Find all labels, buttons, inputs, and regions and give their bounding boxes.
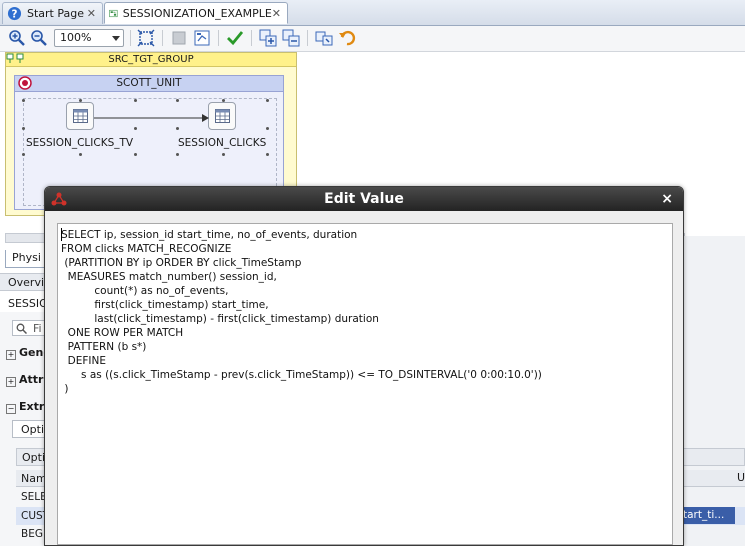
- selection-handle[interactable]: [79, 99, 82, 102]
- selection-handle[interactable]: [22, 127, 25, 130]
- diagram-toolbar: 100%: [0, 26, 745, 52]
- selection-handle[interactable]: [266, 99, 269, 102]
- toolbar-separator: [251, 30, 252, 46]
- sql-line: PATTERN (b s*): [61, 341, 147, 353]
- tab-options[interactable]: Opti: [12, 420, 48, 438]
- table-icon: [73, 109, 88, 123]
- undo-icon[interactable]: [338, 29, 356, 47]
- find-input[interactable]: Fi: [12, 320, 48, 336]
- selection-handle[interactable]: [134, 99, 137, 102]
- collapse-icon: −: [6, 404, 16, 414]
- deploy-icon[interactable]: [315, 29, 333, 47]
- section-label: Attri: [19, 373, 48, 386]
- search-icon: [16, 323, 27, 334]
- sql-text: SELECT ip, session_id start_time, no_of_…: [61, 228, 542, 396]
- toolbar-separator: [162, 30, 163, 46]
- section-attributes[interactable]: + Attri: [6, 373, 47, 387]
- sql-line: FROM clicks MATCH_RECOGNIZE: [61, 243, 232, 255]
- toolbar-separator: [130, 30, 131, 46]
- disabled-action-icon[interactable]: [170, 29, 188, 47]
- validate-check-icon[interactable]: [226, 29, 244, 47]
- dialog-title-bar[interactable]: Edit Value ×: [45, 187, 683, 211]
- sql-line: (PARTITION BY ip ORDER BY click_TimeStam…: [61, 257, 302, 269]
- zoom-in-icon[interactable]: [8, 29, 26, 47]
- selection-handle[interactable]: [176, 153, 179, 156]
- unit-title: SCOTT_UNIT: [15, 76, 283, 92]
- chevron-down-icon: [112, 36, 120, 41]
- expand-icon: +: [6, 377, 16, 387]
- target-node-label: SESSION_CLICKS: [178, 137, 267, 149]
- selection-handle[interactable]: [22, 99, 25, 102]
- sql-line: ): [61, 383, 69, 395]
- mapping-icon: [109, 9, 118, 17]
- selection-handle[interactable]: [79, 153, 82, 156]
- sql-line: ONE ROW PER MATCH: [61, 327, 184, 339]
- group-flow-icon: [6, 53, 24, 63]
- sql-line: first(click_timestamp) start_time,: [61, 299, 269, 311]
- unit-target-icon: [18, 76, 32, 90]
- zoom-value: 100%: [60, 31, 92, 44]
- edit-value-dialog: Edit Value × SELECT ip, session_id start…: [44, 186, 684, 546]
- sql-line: SELECT ip, session_id start_time, no_of_…: [61, 229, 358, 241]
- dialog-title: Edit Value: [324, 191, 404, 207]
- toolbar-separator: [218, 30, 219, 46]
- selection-handle[interactable]: [266, 153, 269, 156]
- selection-handle[interactable]: [134, 127, 137, 130]
- table-icon: [215, 109, 230, 123]
- target-node-session-clicks[interactable]: [208, 102, 236, 130]
- close-tab-icon[interactable]: ✕: [87, 7, 96, 20]
- zoom-level-select[interactable]: 100%: [54, 29, 124, 47]
- find-placeholder: Fi: [33, 322, 42, 335]
- collapse-all-icon[interactable]: [282, 29, 300, 47]
- sql-line: MEASURES match_number() session_id,: [61, 271, 277, 283]
- layout-icon[interactable]: [193, 29, 211, 47]
- tab-sessionization-example[interactable]: SESSIONIZATION_EXAMPLE ✕: [104, 2, 288, 24]
- close-icon[interactable]: ×: [661, 191, 673, 207]
- selection-handle[interactable]: [22, 153, 25, 156]
- text-cursor: [61, 228, 62, 241]
- selected-value-cell[interactable]: tart_ti...: [680, 507, 735, 524]
- selection-handle[interactable]: [176, 99, 179, 102]
- sql-line: s as ((s.click_TimeStamp - prev(s.click_…: [61, 369, 542, 381]
- expand-icon: +: [6, 350, 16, 360]
- sql-value-textarea[interactable]: SELECT ip, session_id start_time, no_of_…: [57, 223, 673, 545]
- sql-line: DEFINE: [61, 355, 107, 367]
- tab-label: Start Page: [27, 7, 84, 20]
- group-title: SRC_TGT_GROUP: [6, 53, 296, 67]
- selection-handle[interactable]: [222, 99, 225, 102]
- tab-start-page[interactable]: ? Start Page ✕: [2, 2, 103, 24]
- zoom-out-icon[interactable]: [30, 29, 48, 47]
- tab-label: SESSIONIZATION_EXAMPLE: [122, 6, 272, 20]
- source-node-session-clicks-tv[interactable]: [66, 102, 94, 130]
- selection-handle[interactable]: [222, 153, 225, 156]
- fit-to-window-icon[interactable]: [137, 29, 155, 47]
- flow-connector-arrow[interactable]: [94, 112, 210, 124]
- source-node-label: SESSION_CLICKS_TV: [26, 137, 134, 149]
- svg-text:?: ?: [12, 8, 18, 20]
- sql-line: count(*) as no_of_events,: [61, 285, 229, 297]
- selection-handle[interactable]: [176, 127, 179, 130]
- close-tab-icon[interactable]: ✕: [272, 7, 281, 20]
- expand-all-icon[interactable]: [259, 29, 277, 47]
- help-icon: ?: [7, 6, 22, 20]
- sql-line: last(click_timestamp) - first(click_time…: [61, 313, 379, 325]
- editor-tab-bar: ? Start Page ✕ SESSIONIZATION_EXAMPLE ✕: [0, 0, 745, 26]
- toolbar-separator: [307, 30, 308, 46]
- options-grid-column-u[interactable]: U: [737, 471, 745, 484]
- selection-handle[interactable]: [266, 127, 269, 130]
- selection-handle[interactable]: [134, 153, 137, 156]
